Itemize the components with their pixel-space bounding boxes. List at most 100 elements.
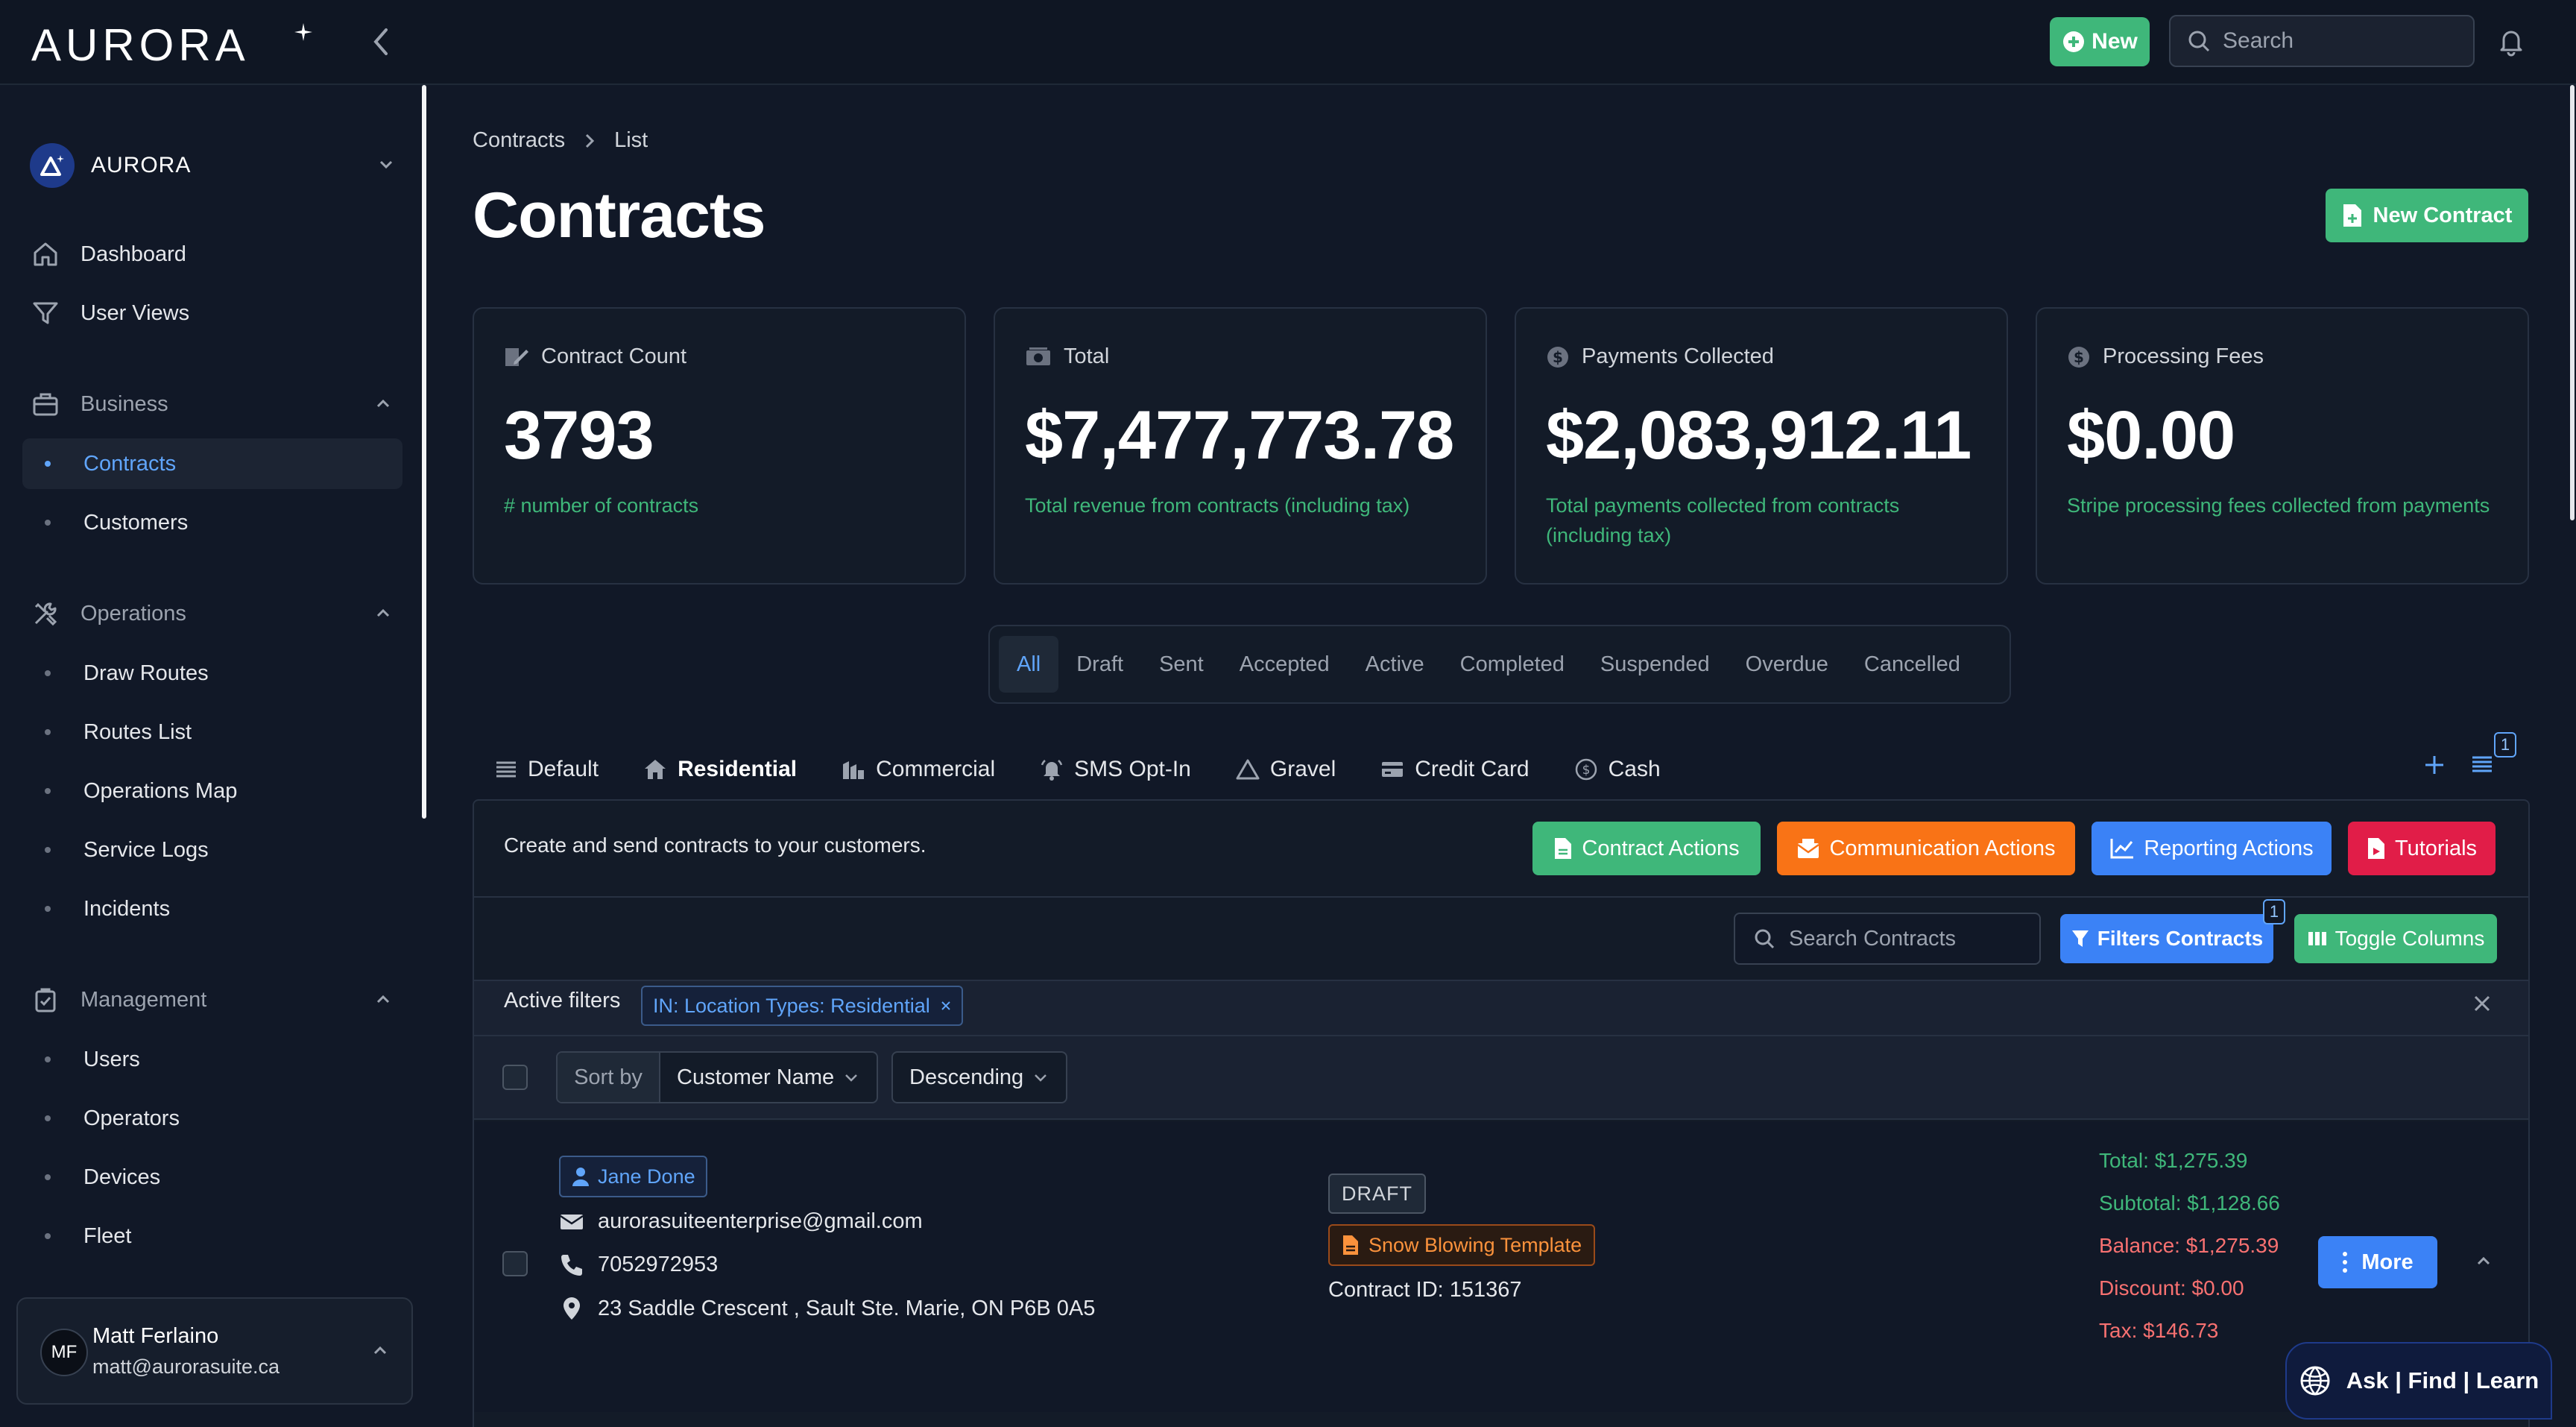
building-icon [843,761,865,779]
sidebar-item-draw-routes[interactable]: Draw Routes [22,648,402,699]
status-tab-accepted[interactable]: Accepted [1222,636,1348,693]
filters-contracts-button[interactable]: Filters Contracts [2060,914,2273,963]
stat-card-processing-fees: $ Processing Fees $0.00 Stripe processin… [2036,307,2529,585]
svg-text:$: $ [1553,348,1563,366]
customer-chip[interactable]: Jane Done [559,1156,707,1197]
breadcrumb-item: List [614,128,648,152]
add-view-icon[interactable] [2422,753,2446,777]
contract-search[interactable] [1734,913,2041,965]
sidebar-item-dashboard[interactable]: Dashboard [22,229,402,280]
tutorials-button[interactable]: Tutorials [2348,822,2496,875]
sidebar-item-operators[interactable]: Operators [22,1093,402,1144]
status-tab-overdue[interactable]: Overdue [1728,636,1846,693]
new-contract-label: New Contract [2373,203,2513,227]
app-logo[interactable]: AURORA [31,19,250,71]
sidebar-item-routes-list[interactable]: Routes List [22,707,402,757]
filters-count-badge: 1 [2263,899,2285,924]
communication-actions-button[interactable]: Communication Actions [1777,822,2075,875]
view-tab-default[interactable]: Default [473,738,621,801]
view-tab-commercial[interactable]: Commercial [819,738,1017,801]
view-tab-cash[interactable]: $ Cash [1552,738,1683,801]
stat-card-contract-count: Contract Count 3793 # number of contract… [473,307,966,585]
view-tab-sms-opt-in[interactable]: SMS Opt-In [1017,738,1213,801]
sidebar-section-management[interactable]: Management [22,974,402,1025]
org-switcher[interactable]: AURORA [30,136,402,195]
status-tab-cancelled[interactable]: Cancelled [1846,636,1978,693]
sidebar-item-fleet[interactable]: Fleet [22,1211,402,1261]
active-filters-label: Active filters [504,989,621,1012]
collapse-sidebar-icon[interactable] [367,25,397,58]
chevron-up-icon[interactable] [2475,1253,2493,1270]
status-tab-all[interactable]: All [999,636,1059,693]
row-checkbox[interactable] [502,1251,528,1276]
global-search[interactable] [2169,15,2475,67]
more-label: More [2361,1250,2414,1274]
new-contract-button[interactable]: New Contract [2326,189,2528,242]
customer-phone[interactable]: 7052972953 [598,1253,718,1277]
sidebar-item-customers[interactable]: Customers [22,497,402,548]
status-tab-active[interactable]: Active [1348,636,1442,693]
contract-search-input[interactable] [1789,926,2035,951]
sidebar-item-operations-map[interactable]: Operations Map [22,766,402,816]
status-tab-suspended[interactable]: Suspended [1582,636,1728,693]
ask-find-learn-button[interactable]: Ask | Find | Learn [2285,1342,2552,1420]
bullet-icon [45,788,51,794]
sidebar-section-label: Operations [80,601,186,626]
sort-order-select[interactable]: Descending [891,1051,1067,1103]
status-tabs: All Draft Sent Accepted Active Completed… [988,625,2011,704]
sidebar-item-incidents[interactable]: Incidents [22,883,402,934]
stat-label: Contract Count [541,344,687,368]
customer-email[interactable]: aurorasuiteenterprise@gmail.com [598,1209,923,1234]
sidebar-item-devices[interactable]: Devices [22,1152,402,1203]
action-label: Communication Actions [1829,836,2056,860]
contract-actions-button[interactable]: Contract Actions [1532,822,1761,875]
avatar: MF [40,1329,88,1376]
select-all-checkbox[interactable] [502,1065,528,1090]
status-tab-sent[interactable]: Sent [1141,636,1222,693]
filters-label: Filters Contracts [2097,927,2264,950]
stat-label: Processing Fees [2103,344,2264,368]
stat-description: Total revenue from contracts (including … [1025,494,1410,517]
active-filter-chip[interactable]: IN: Location Types: Residential [641,986,963,1026]
amount-tax: Tax: $146.73 [2099,1319,2219,1342]
page-scrollbar[interactable] [2570,85,2575,520]
view-tab-credit-card[interactable]: Credit Card [1358,738,1551,801]
new-button[interactable]: New [2050,17,2150,66]
amount-discount: Discount: $0.00 [2099,1276,2244,1300]
sidebar-item-user-views[interactable]: User Views [22,288,402,338]
bullet-icon [45,1233,51,1239]
sidebar-item-label: Dashboard [80,242,186,266]
user-menu[interactable]: MF Matt Ferlaino matt@aurorasuite.ca [16,1297,413,1405]
toggle-columns-button[interactable]: Toggle Columns [2294,914,2497,963]
funnel-icon [2071,930,2089,947]
remove-filter-icon[interactable] [941,1001,951,1011]
view-tab-label: Credit Card [1415,757,1530,781]
sort-field-value: Customer Name [677,1065,835,1089]
sidebar-item-label: Devices [83,1165,161,1189]
sidebar-scrollbar[interactable] [422,85,426,819]
sort-by-select[interactable]: Sort by Customer Name [556,1051,878,1103]
chevron-down-icon [1035,1074,1047,1082]
sidebar-item-service-logs[interactable]: Service Logs [22,825,402,875]
global-search-input[interactable] [2223,28,2461,54]
clear-filters-icon[interactable] [2472,993,2493,1014]
svg-text:$: $ [1582,763,1590,778]
sidebar-section-operations[interactable]: Operations [22,588,402,639]
reporting-actions-button[interactable]: Reporting Actions [2092,822,2332,875]
status-tab-completed[interactable]: Completed [1442,636,1582,693]
sidebar-item-users[interactable]: Users [22,1034,402,1085]
tools-icon [34,602,57,626]
notifications-bell-icon[interactable] [2497,27,2525,57]
view-tab-gravel[interactable]: Gravel [1213,738,1358,801]
customer-address[interactable]: 23 Saddle Crescent , Sault Ste. Marie, O… [598,1297,1095,1321]
more-button[interactable]: More [2318,1236,2437,1288]
breadcrumb-item[interactable]: Contracts [473,128,565,153]
status-tab-draft[interactable]: Draft [1058,636,1141,693]
manage-views-icon[interactable] [2470,753,2494,777]
sidebar-section-business[interactable]: Business [22,379,402,429]
sidebar-item-label: Fleet [83,1223,132,1248]
chevron-up-icon [376,995,390,1004]
template-chip[interactable]: Snow Blowing Template [1328,1224,1596,1266]
sidebar-item-contracts[interactable]: Contracts [22,438,402,489]
view-tab-residential[interactable]: Residential [621,738,820,804]
